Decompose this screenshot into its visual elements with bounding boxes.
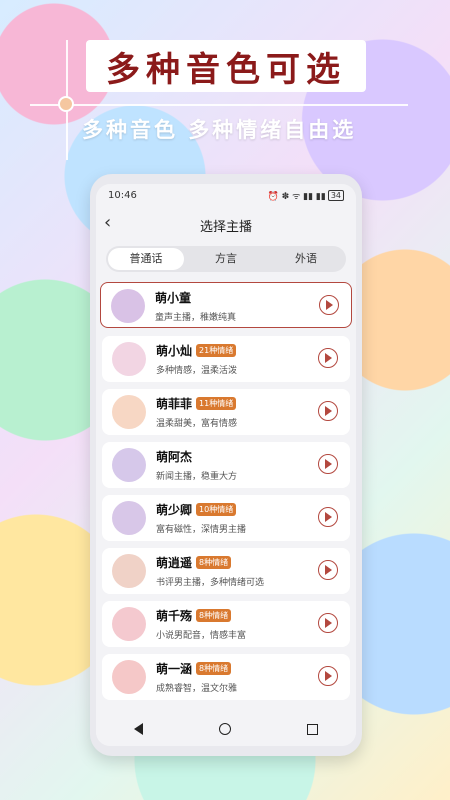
avatar (112, 501, 146, 535)
battery-icon: 34 (327, 190, 344, 201)
list-item[interactable]: 萌小灿 21种情绪 多种情感，温柔活泼 (102, 336, 350, 382)
anchor-name: 萌少卿 10种情绪 (156, 501, 237, 518)
play-icon[interactable] (318, 401, 338, 421)
play-icon[interactable] (319, 295, 339, 315)
anchor-item-selected[interactable]: 萌小童 童声主播，稚嫩纯真 (100, 282, 352, 328)
phone-frame: 10:46 ⏰ ✽ ᯤ ▮▮ ▮▮ 34 ‹ 选择主播 普通话 方言 外语 萌小… (90, 174, 362, 756)
list-item[interactable]: 萌菲菲 11种情绪 温柔甜美，富有情感 (102, 389, 350, 435)
list-item[interactable]: 萌阿杰 新闻主播，稳重大方 (102, 442, 350, 488)
avatar (112, 554, 146, 588)
app-screen: 10:46 ⏰ ✽ ᯤ ▮▮ ▮▮ 34 ‹ 选择主播 普通话 方言 外语 萌小… (96, 184, 356, 746)
anchor-name: 萌菲菲 11种情绪 (156, 395, 237, 412)
play-icon[interactable] (318, 666, 338, 686)
tab-mandarin[interactable]: 普通话 (108, 248, 184, 270)
emotion-badge: 10种情绪 (196, 503, 237, 516)
avatar (112, 395, 146, 429)
anchor-name: 萌小童 (155, 291, 192, 305)
play-icon[interactable] (318, 560, 338, 580)
emotion-badge: 8种情绪 (196, 556, 232, 569)
emotion-badge: 8种情绪 (196, 609, 232, 622)
anchor-desc: 富有磁性，深情男主播 (156, 525, 247, 535)
avatar (112, 342, 146, 376)
home-icon[interactable] (219, 723, 231, 735)
play-icon[interactable] (318, 507, 338, 527)
anchor-name: 萌一涵 8种情绪 (156, 660, 232, 677)
back-nav-icon[interactable] (134, 723, 143, 735)
list-item[interactable]: 萌逍遥 8种情绪 书评男主播，多种情绪可选 (102, 548, 350, 594)
emotion-badge: 8种情绪 (196, 662, 232, 675)
play-icon[interactable] (318, 454, 338, 474)
avatar (112, 448, 146, 482)
anchor-name: 萌千殇 8种情绪 (156, 607, 232, 624)
system-nav-bar (96, 712, 356, 746)
anchor-desc: 多种情感，温柔活泼 (156, 366, 238, 376)
anchor-desc: 书评男主播，多种情绪可选 (156, 578, 265, 588)
page-title: 选择主播 (199, 220, 252, 235)
avatar (111, 289, 145, 323)
tab-foreign[interactable]: 外语 (268, 248, 344, 270)
anchor-name: 萌阿杰 (156, 450, 193, 464)
promo-header: 多种音色可选 多种音色 多种情绪自由选 (0, 0, 450, 175)
avatar (112, 660, 146, 694)
emotion-badge: 21种情绪 (196, 344, 237, 357)
anchor-name: 萌逍遥 8种情绪 (156, 554, 232, 571)
anchor-desc: 成熟睿智，温文尔雅 (156, 684, 238, 694)
language-tabs: 普通话 方言 外语 (106, 246, 346, 272)
play-icon[interactable] (318, 348, 338, 368)
recent-apps-icon[interactable] (307, 723, 318, 735)
promo-subtitle: 多种音色 多种情绪自由选 (82, 118, 357, 142)
status-time: 10:46 (108, 190, 137, 201)
signal-icons: ⏰ ✽ ᯤ ▮▮ ▮▮ (267, 192, 326, 202)
promo-title: 多种音色可选 (86, 40, 366, 92)
emotion-badge: 11种情绪 (196, 397, 237, 410)
list-item[interactable]: 萌一涵 8种情绪 成熟睿智，温文尔雅 (102, 654, 350, 700)
play-icon[interactable] (318, 613, 338, 633)
list-item[interactable]: 萌少卿 10种情绪 富有磁性，深情男主播 (102, 495, 350, 541)
anchor-desc: 小说男配音，情感丰富 (156, 631, 247, 641)
avatar (112, 607, 146, 641)
tab-dialect[interactable]: 方言 (188, 248, 264, 270)
anchor-name: 萌小灿 21种情绪 (156, 342, 237, 359)
decorative-dot (58, 96, 74, 112)
decorative-line (30, 104, 408, 106)
anchor-desc: 新闻主播，稳重大方 (156, 472, 238, 482)
status-bar: 10:46 ⏰ ✽ ᯤ ▮▮ ▮▮ 34 (96, 184, 356, 204)
anchor-desc: 童声主播，稚嫩纯真 (155, 313, 237, 323)
status-icons: ⏰ ✽ ᯤ ▮▮ ▮▮ 34 (268, 189, 344, 202)
list-item[interactable]: 萌千殇 8种情绪 小说男配音，情感丰富 (102, 601, 350, 647)
top-nav: ‹ 选择主播 (96, 210, 356, 240)
anchor-desc: 温柔甜美，富有情感 (156, 419, 238, 429)
